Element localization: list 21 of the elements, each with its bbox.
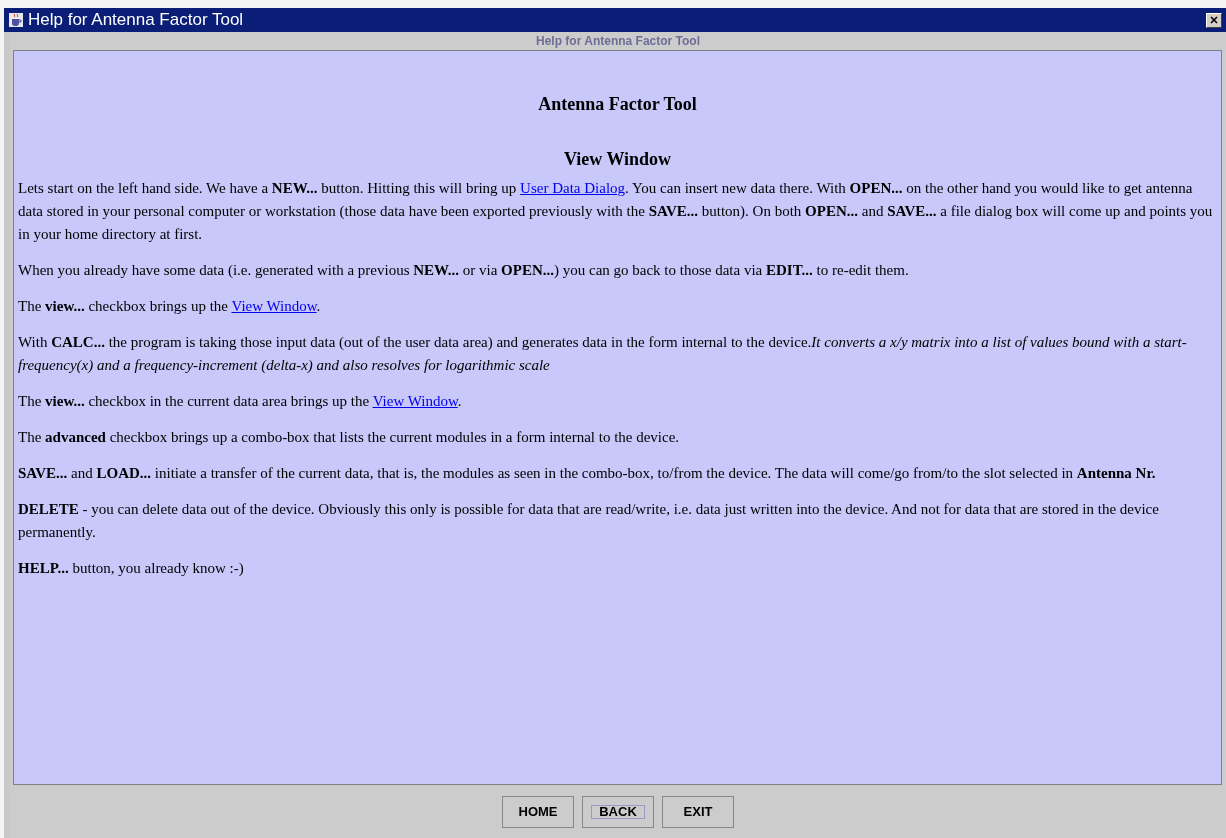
help-link[interactable]: View Window xyxy=(231,298,317,314)
dialog-button[interactable]: HOME xyxy=(502,795,574,828)
help-heading: Antenna Factor Tool xyxy=(537,93,698,116)
dialog-button[interactable]: EXIT xyxy=(662,795,734,828)
cup-icon xyxy=(8,12,24,28)
help-paragraph: Lets start on the left hand side. We have a NEW... button. Hitting this will bring up User Data Dialog. You can insert new data there. With OPEN... on the other hand you would like to get antenna data stored in your personal computer or workstation (those data have been exported previously with the SAVE... button). On both OPEN... and SAVE... a file dialog box will come up and points you in your home directory at first. xyxy=(18,179,1214,244)
close-button[interactable] xyxy=(1206,12,1222,28)
panel-subtitle: Help for Antenna Factor Tool xyxy=(535,33,701,50)
help-paragraph: The view... checkbox brings up the View Window. xyxy=(18,297,322,316)
help-paragraph: With CALC... the program is taking those input data (out of the user data area) and generates data in the form internal to the device.It converts a x/y matrix into a list of values bound with a start-frequency(x) and a frequency-increment (delta-x) and also resolves for logarithmic scale xyxy=(18,333,1188,375)
help-link[interactable]: View Window xyxy=(372,393,458,409)
help-paragraph: The view... checkbox in the current data area brings up the View Window. xyxy=(18,392,463,411)
help-paragraph: HELP... button, you already know :-) xyxy=(18,559,245,578)
help-paragraph: The advanced checkbox brings up a combo-box that lists the current modules in a form internal to the device. xyxy=(18,428,681,447)
help-paragraph: When you already have some data (i.e. generated with a previous NEW... or via OPEN...) you can go back to those data via EDIT... to re-edit them. xyxy=(18,261,910,280)
close-icon xyxy=(1210,16,1218,24)
help-paragraph: DELETE - you can delete data out of the device. Obviously this only is possible for data that are read/write, i.e. data just written into the device. And not for data that are stored in the device permanently. xyxy=(18,500,1160,542)
window-title: Help for Antenna Factor Tool xyxy=(28,9,245,32)
help-subheading: View Window xyxy=(562,148,673,171)
help-paragraph: SAVE... and LOAD... initiate a transfer of the current data, that is, the modules as seen in the combo-box, to/from the device. The data will come/go from/to the slot selected in Antenna Nr. xyxy=(18,464,1157,483)
dialog-button[interactable]: BACK xyxy=(582,795,654,828)
